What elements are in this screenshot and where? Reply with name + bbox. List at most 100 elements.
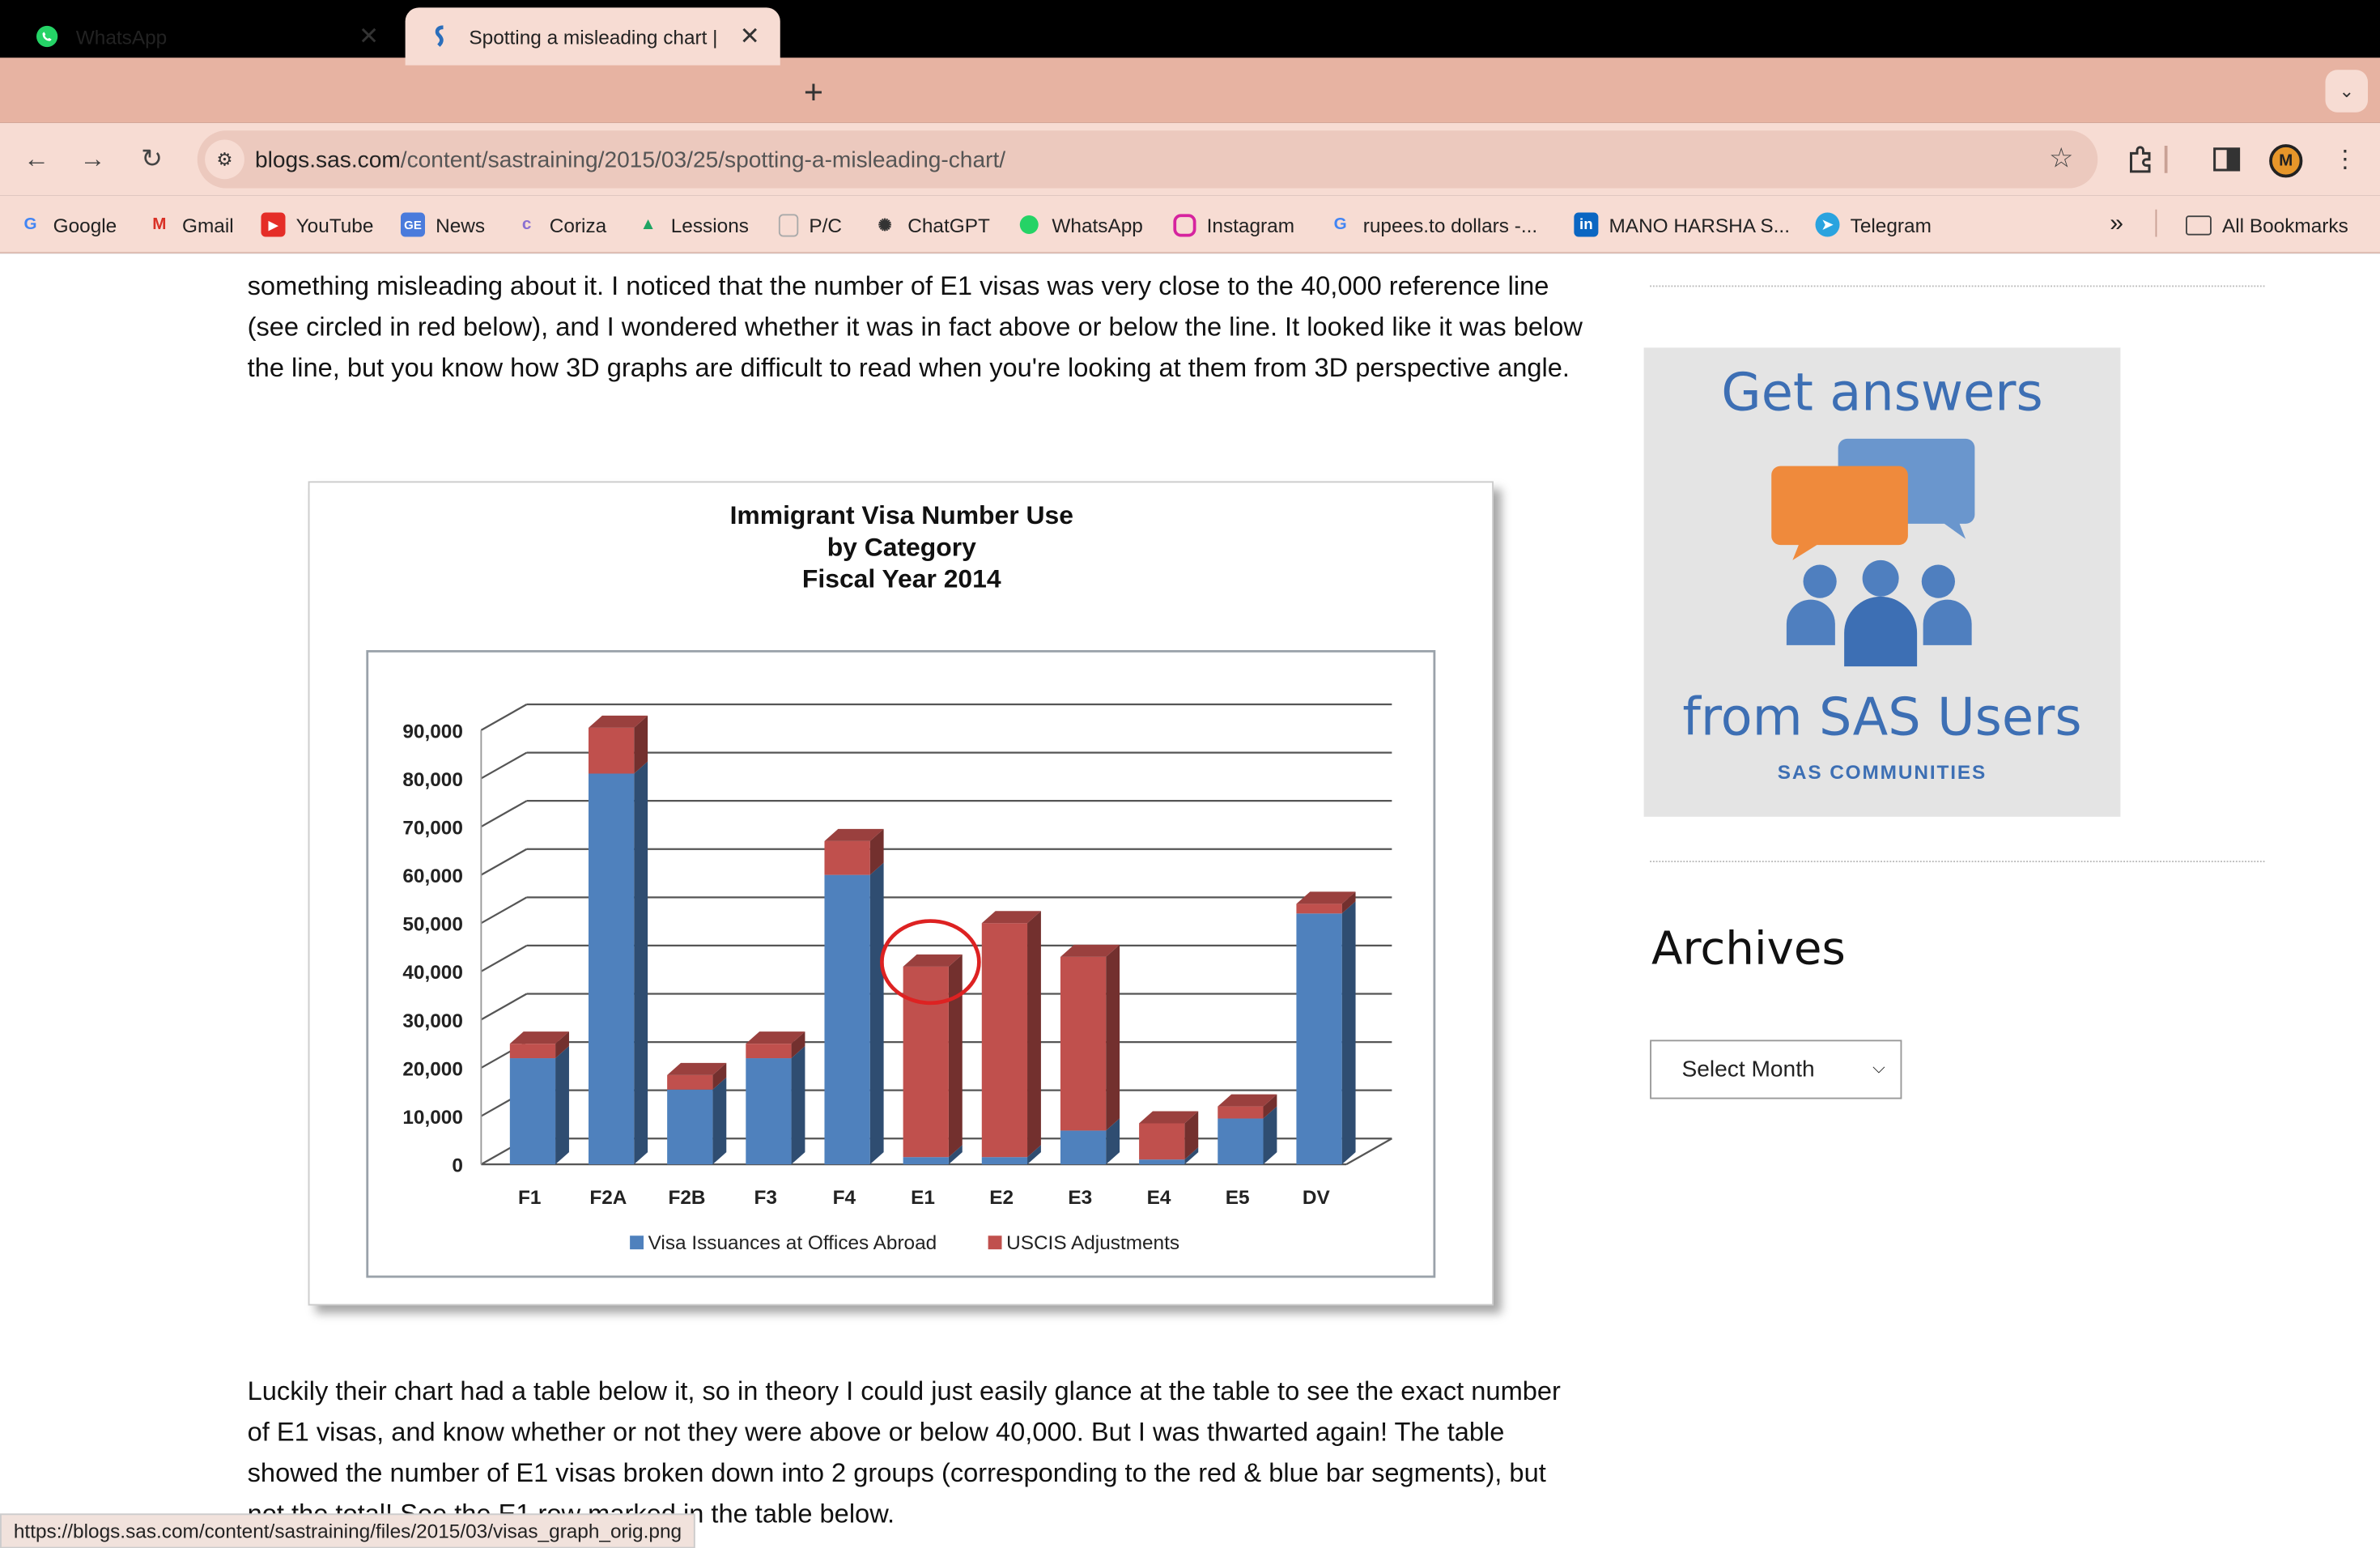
bookmark-chatgpt[interactable]: ✺ ChatGPT — [873, 210, 989, 240]
article-paragraph: Luckily their chart had a table below it… — [247, 1375, 1561, 1529]
bar-side — [634, 761, 648, 1165]
bar-E5-uscis-adjustments — [1218, 1106, 1264, 1119]
bookmark-rupees-to-dollars[interactable]: Grupees.to dollars -... — [1328, 210, 1538, 240]
bar-E4-visa-issuances — [1139, 1159, 1185, 1165]
bar-side — [555, 1046, 569, 1165]
url-host: blogs.sas.com — [255, 146, 401, 172]
chevron-down-icon: ⌵ — [1872, 1059, 1885, 1078]
bookmark-linkedin[interactable]: in MANO HARSHA S... — [1574, 210, 1790, 240]
telegram-icon: ➤ — [1815, 212, 1840, 237]
web-page: something misleading about it. I noticed… — [0, 253, 2380, 1548]
y-tick-label: 80,000 — [402, 769, 463, 791]
back-arrow-icon[interactable]: ← — [19, 141, 55, 177]
forward-arrow-icon[interactable]: → — [74, 141, 111, 177]
bar-E2-visa-issuances — [981, 1157, 1028, 1165]
sidebar-divider — [1650, 861, 2265, 862]
sas-communities-ad[interactable]: Get answers from SAS Users SAS COMMUNITI… — [1643, 347, 2121, 817]
url-text[interactable]: blogs.sas.com/content/sastraining/2015/0… — [255, 147, 1005, 172]
new-tab-button[interactable]: + — [793, 71, 835, 114]
bookmarks-divider — [2155, 209, 2157, 237]
close-icon[interactable]: ✕ — [735, 21, 766, 52]
folder-icon — [2186, 215, 2212, 235]
sidebar-divider — [1650, 285, 2265, 287]
reload-icon[interactable]: ↻ — [134, 141, 170, 177]
all-bookmarks-button[interactable]: All Bookmarks — [2186, 210, 2348, 240]
archives-month-select[interactable]: Select Month ⌵ — [1650, 1040, 1902, 1099]
bar-side — [1341, 901, 1356, 1165]
address-bar[interactable]: ⚙ blogs.sas.com/content/sastraining/2015… — [197, 130, 2098, 189]
page-icon — [778, 213, 799, 236]
legend-label: USCIS Adjustments — [1006, 1232, 1179, 1254]
bar-E3-visa-issuances — [1060, 1130, 1107, 1165]
whatsapp-icon — [33, 23, 61, 50]
bookmark-gmail[interactable]: M Gmail — [147, 210, 234, 240]
bar-side — [1106, 944, 1120, 1131]
x-tick-label: F2B — [669, 1187, 706, 1209]
y-tick-label: 20,000 — [402, 1058, 463, 1080]
x-tick-label: E2 — [989, 1187, 1014, 1209]
bookmark-label: Instagram — [1206, 213, 1295, 236]
url-path: /content/sastraining/2015/03/25/spotting… — [400, 146, 1006, 172]
bar-E1-visa-issuances — [903, 1157, 949, 1165]
google-icon: G — [23, 215, 37, 234]
bar-F3-uscis-adjustments — [746, 1044, 792, 1059]
whatsapp-icon — [1017, 213, 1041, 237]
all-bookmarks-label: All Bookmarks — [2222, 213, 2348, 236]
menu-kebab-icon[interactable]: ⋮ — [2327, 141, 2363, 177]
x-tick-label: E5 — [1226, 1187, 1250, 1209]
y-tick-label: 70,000 — [402, 817, 463, 839]
bookmark-whatsapp[interactable]: WhatsApp — [1017, 210, 1143, 240]
y-tick-label: 40,000 — [402, 962, 463, 984]
bookmark-pc[interactable]: P/C — [778, 210, 843, 240]
tab-whatsapp[interactable]: WhatsApp ✕ — [12, 7, 399, 65]
more-bookmarks-chevron-icon[interactable]: » — [2110, 210, 2123, 240]
bookmark-lessions[interactable]: ▲ Lessions — [636, 210, 749, 240]
instagram-icon — [1173, 213, 1196, 236]
drive-icon: ▲ — [640, 215, 657, 234]
x-tick-label: E1 — [911, 1187, 935, 1209]
y-tick-label: 60,000 — [402, 865, 463, 887]
y-tick-label: 90,000 — [402, 721, 463, 742]
profile-avatar[interactable]: M — [2269, 144, 2303, 178]
bookmark-label: News — [436, 213, 486, 236]
bookmark-label: P/C — [809, 213, 843, 236]
tab-search-chevron-icon[interactable]: ⌄ — [2325, 70, 2368, 113]
tab-spotting-misleading-chart[interactable]: Spotting a misleading chart | ✕ — [405, 7, 780, 66]
bar-E2-uscis-adjustments — [981, 923, 1028, 1158]
bar-F4-visa-issuances — [824, 874, 870, 1165]
bookmark-youtube[interactable]: ▶ YouTube — [261, 210, 373, 240]
bookmark-google[interactable]: G Google — [19, 210, 117, 240]
chart-image[interactable]: Immigrant Visa Number Use by Category Fisc… — [308, 481, 1494, 1306]
bookmark-label: WhatsApp — [1052, 213, 1143, 236]
bar-side — [1027, 911, 1041, 1158]
site-settings-icon[interactable]: ⚙ — [205, 139, 244, 180]
bookmark-star-icon[interactable]: ☆ — [2049, 142, 2073, 174]
ad-brand: SAS COMMUNITIES — [1777, 760, 1987, 784]
bookmark-instagram[interactable]: Instagram — [1173, 210, 1294, 240]
x-tick-label: F3 — [754, 1187, 776, 1209]
tab-strip — [0, 57, 2380, 123]
tab-title: Spotting a misleading chart | — [469, 24, 718, 49]
archives-heading: Archives — [1651, 923, 1846, 976]
gmail-icon: M — [152, 215, 167, 234]
bar-E5-visa-issuances — [1218, 1118, 1264, 1165]
y-tick-label: 30,000 — [402, 1010, 463, 1032]
bar-side — [791, 1046, 805, 1165]
community-people-icon — [1771, 438, 1975, 667]
chart-legend: Visa Issuances at Offices Abroad USCIS Ad… — [630, 1232, 1179, 1254]
google-icon: G — [1333, 215, 1347, 234]
bookmark-news[interactable]: GE News — [401, 210, 485, 240]
bar-E4-uscis-adjustments — [1139, 1123, 1185, 1160]
bar-side — [712, 1077, 727, 1165]
extensions-icon[interactable] — [2122, 141, 2158, 177]
bar-side — [948, 954, 963, 1158]
y-tick-label: 0 — [452, 1155, 463, 1177]
close-icon[interactable]: ✕ — [354, 21, 385, 52]
chatgpt-icon: ✺ — [878, 216, 892, 235]
ad-subheadline: from SAS Users — [1682, 687, 2082, 749]
side-panel-icon[interactable] — [2208, 141, 2245, 177]
bookmark-label: Gmail — [182, 213, 234, 236]
chart-svg: Immigrant Visa Number Use by Category Fisc… — [366, 500, 1436, 1278]
bookmark-coriza[interactable]: c Coriza — [515, 210, 606, 240]
bookmark-telegram[interactable]: ➤ Telegram — [1815, 210, 1932, 240]
